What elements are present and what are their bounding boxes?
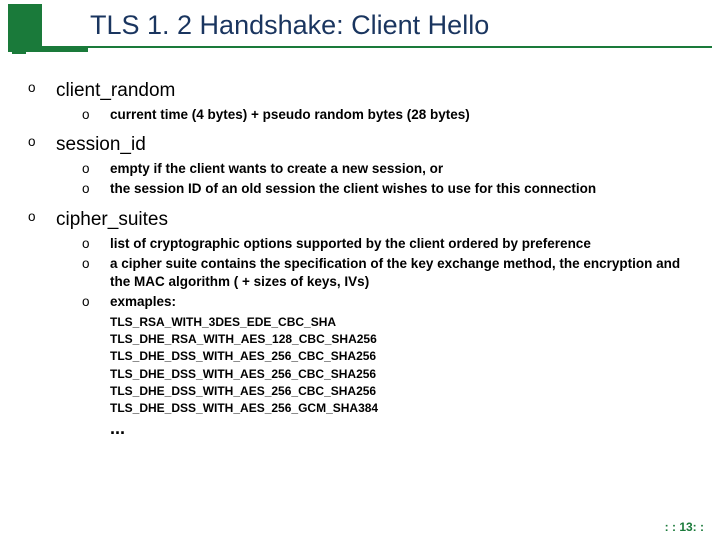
item-text: empty if the client wants to create a ne… <box>110 160 692 178</box>
item-text: current time (4 bytes) + pseudo random b… <box>110 106 692 124</box>
list-item: o the session ID of an old session the c… <box>82 180 692 198</box>
bullet-icon: o <box>82 255 110 291</box>
slide-content: o client_random o current time (4 bytes)… <box>0 68 720 439</box>
item-text: the session ID of an old session the cli… <box>110 180 692 198</box>
example-line: TLS_DHE_DSS_WITH_AES_256_CBC_SHA256 <box>110 383 692 400</box>
section-cipher-suites: o cipher_suites <box>28 209 692 231</box>
section-label: cipher_suites <box>56 209 168 231</box>
item-text: a cipher suite contains the specificatio… <box>110 255 692 291</box>
ellipsis: ... <box>110 418 692 439</box>
title-bar: TLS 1. 2 Handshake: Client Hello <box>8 4 712 60</box>
section-session-id: o session_id <box>28 134 692 156</box>
example-line: TLS_DHE_DSS_WITH_AES_256_CBC_SHA256 <box>110 348 692 365</box>
bullet-icon: o <box>82 106 110 124</box>
page-number: : : 13: : <box>665 520 704 534</box>
slide-title: TLS 1. 2 Handshake: Client Hello <box>90 10 489 41</box>
cipher-examples: TLS_RSA_WITH_3DES_EDE_CBC_SHA TLS_DHE_RS… <box>110 314 692 418</box>
bullet-icon: o <box>82 160 110 178</box>
list-item: o current time (4 bytes) + pseudo random… <box>82 106 692 124</box>
list-item: o a cipher suite contains the specificat… <box>82 255 692 291</box>
section-label: session_id <box>56 134 146 156</box>
list-item: o list of cryptographic options supporte… <box>82 235 692 253</box>
bullet-icon: o <box>82 293 110 311</box>
bullet-icon: o <box>82 235 110 253</box>
example-line: TLS_DHE_DSS_WITH_AES_256_CBC_SHA256 <box>110 366 692 383</box>
bullet-icon: o <box>28 80 56 102</box>
title-text-box: TLS 1. 2 Handshake: Client Hello <box>42 4 712 48</box>
section-client-random: o client_random <box>28 80 692 102</box>
list-item: o exmaples: <box>82 293 692 311</box>
example-line: TLS_DHE_RSA_WITH_AES_128_CBC_SHA256 <box>110 331 692 348</box>
example-line: TLS_RSA_WITH_3DES_EDE_CBC_SHA <box>110 314 692 331</box>
bullet-icon: o <box>28 134 56 156</box>
example-line: TLS_DHE_DSS_WITH_AES_256_GCM_SHA384 <box>110 400 692 417</box>
list-item: o empty if the client wants to create a … <box>82 160 692 178</box>
section-label: client_random <box>56 80 175 102</box>
bullet-icon: o <box>28 209 56 231</box>
item-text: list of cryptographic options supported … <box>110 235 692 253</box>
bullet-icon: o <box>82 180 110 198</box>
item-text: exmaples: <box>110 293 692 311</box>
